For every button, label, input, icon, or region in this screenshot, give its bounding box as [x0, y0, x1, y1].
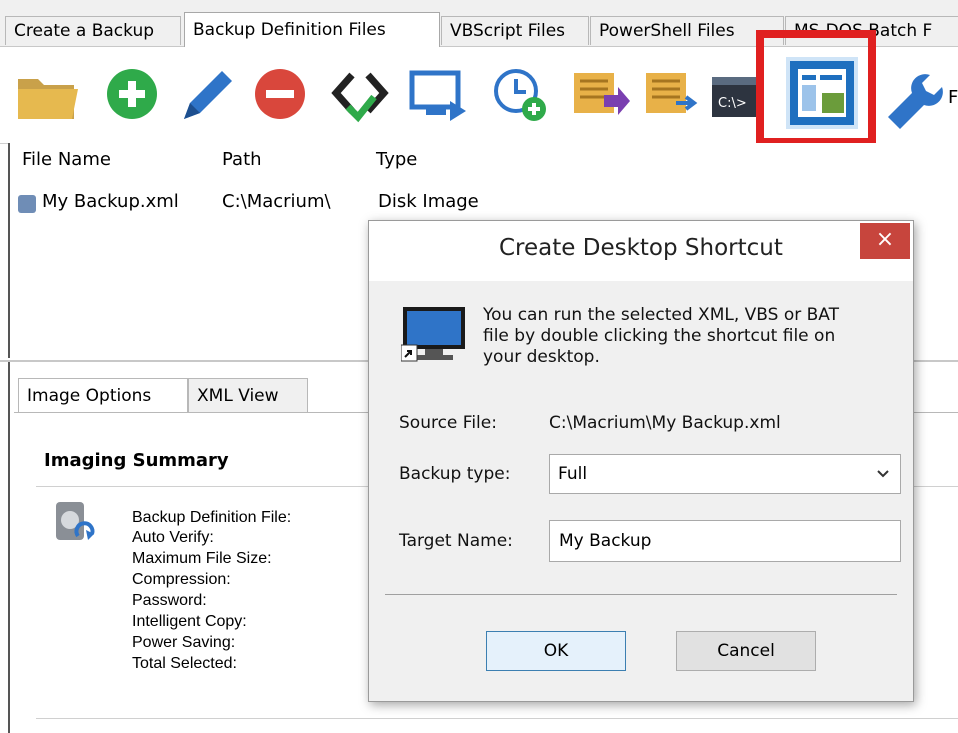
column-header-file-name[interactable]: File Name: [22, 149, 111, 170]
summary-label-auto-verify: Auto Verify:: [132, 529, 214, 546]
highlight-box: [756, 30, 876, 146]
cancel-button[interactable]: Cancel: [676, 631, 816, 671]
backup-type-select[interactable]: Full: [549, 454, 901, 494]
source-file-label: Source File:: [399, 413, 497, 433]
summary-label-power-saving: Power Saving:: [132, 634, 236, 651]
monitor-shortcut-icon: [400, 305, 467, 363]
column-header-type[interactable]: Type: [376, 149, 417, 170]
run-now-icon[interactable]: [404, 57, 476, 129]
list-left-border: [8, 143, 10, 358]
source-file-value: C:\Macrium\My Backup.xml: [549, 413, 781, 433]
tab-vbscript-files[interactable]: VBScript Files: [441, 16, 589, 45]
generate-vbscript-icon[interactable]: [564, 57, 636, 129]
verify-xml-icon[interactable]: [324, 57, 396, 129]
close-button[interactable]: ×: [860, 223, 910, 259]
target-name-label: Target Name:: [399, 531, 513, 551]
remove-icon[interactable]: [244, 57, 316, 129]
chevron-down-icon: [876, 455, 890, 507]
row-file-name: My Backup.xml: [42, 191, 179, 212]
ok-button[interactable]: OK: [486, 631, 626, 671]
svg-text:C:\>: C:\>: [718, 96, 747, 111]
summary-label-intelligent-copy: Intelligent Copy:: [132, 613, 247, 630]
dialog-title-bar: Create Desktop Shortcut ×: [369, 221, 913, 281]
tab-powershell-files[interactable]: PowerShell Files: [590, 16, 784, 45]
folder-open-icon[interactable]: [12, 57, 84, 129]
imaging-summary-heading: Imaging Summary: [44, 450, 229, 471]
summary-label-total-selected: Total Selected:: [132, 655, 237, 672]
summary-label-password: Password:: [132, 592, 207, 609]
backup-type-value: Full: [558, 464, 588, 484]
target-name-input[interactable]: My Backup: [549, 520, 901, 562]
tab-backup-definition-files[interactable]: Backup Definition Files: [184, 12, 440, 47]
tools-wrench-icon[interactable]: [874, 57, 946, 129]
generate-powershell-icon[interactable]: [636, 57, 708, 129]
dialog-title: Create Desktop Shortcut: [499, 235, 783, 261]
summary-divider-bottom: [36, 718, 958, 719]
row-path: C:\Macrium\: [222, 191, 331, 212]
backup-file-icon: [18, 195, 36, 213]
summary-label-compression: Compression:: [132, 571, 231, 588]
schedule-icon[interactable]: [484, 57, 556, 129]
column-header-path[interactable]: Path: [222, 149, 262, 170]
tab-image-options[interactable]: Image Options: [18, 378, 188, 412]
summary-label-backup-definition-file: Backup Definition File:: [132, 509, 292, 526]
row-type: Disk Image: [378, 191, 479, 212]
dialog-description-line-1: You can run the selected XML, VBS or BAT: [483, 305, 839, 325]
add-icon[interactable]: [96, 57, 168, 129]
panel-left-border: [8, 362, 10, 733]
dialog-separator: [385, 594, 897, 595]
summary-label-maximum-file-size: Maximum File Size:: [132, 550, 272, 567]
dialog-description-line-3: your desktop.: [483, 347, 600, 367]
edit-pencil-icon[interactable]: [170, 57, 242, 129]
create-desktop-shortcut-dialog: Create Desktop Shortcut × You can run th…: [368, 220, 914, 702]
table-row[interactable]: My Backup.xml C:\Macrium\ Disk Image: [10, 191, 510, 217]
dialog-description-line-2: file by double clicking the shortcut fil…: [483, 326, 836, 346]
toolbar-overflow-label: F: [948, 87, 958, 108]
backup-type-label: Backup type:: [399, 464, 511, 484]
tab-create-backup[interactable]: Create a Backup: [5, 16, 181, 45]
tab-xml-view[interactable]: XML View: [188, 378, 308, 412]
disk-image-icon: [52, 500, 96, 550]
